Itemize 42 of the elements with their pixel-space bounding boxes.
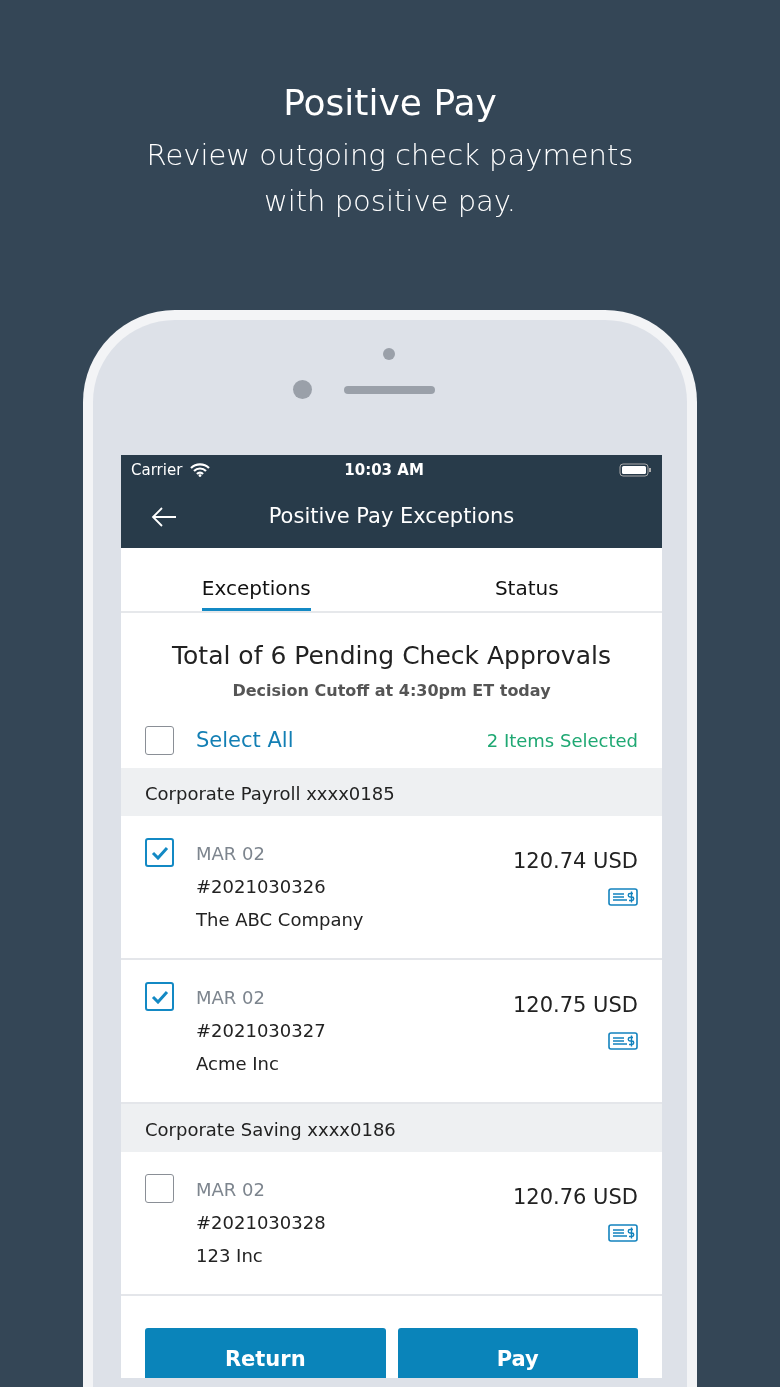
battery-icon <box>619 463 652 477</box>
camera-icon <box>293 380 312 399</box>
select-all-link[interactable]: Select All <box>196 724 294 756</box>
check-number: #2021030327 <box>196 1019 327 1043</box>
payee-name: 123 Inc <box>196 1244 264 1268</box>
check-number: #2021030328 <box>196 1211 327 1235</box>
carrier-label: Carrier <box>131 459 183 481</box>
wifi-icon <box>190 463 211 477</box>
payee-name: Acme Inc <box>196 1052 280 1076</box>
check-image-icon[interactable] <box>608 887 638 906</box>
check-number: #2021030326 <box>196 875 327 899</box>
account-header: Corporate Saving xxxx0186 <box>121 1104 662 1152</box>
sensor-icon <box>383 348 395 360</box>
screen-title: Positive Pay Exceptions <box>267 502 516 530</box>
checkbox[interactable] <box>145 982 174 1011</box>
promo-title: Positive Pay <box>282 81 498 125</box>
check-date: MAR 02 <box>196 1178 266 1202</box>
checkbox[interactable] <box>145 1174 174 1203</box>
back-icon[interactable] <box>151 506 177 527</box>
selected-count: 2 Items Selected <box>486 728 638 753</box>
check-image-icon[interactable] <box>608 1223 638 1242</box>
tab[interactable]: Status <box>494 548 559 611</box>
summary-title: Total of 6 Pending Check Approvals <box>171 640 612 672</box>
check-amount: 120.75 USD <box>512 992 638 1019</box>
payee-name: The ABC Company <box>196 908 365 932</box>
pay-button[interactable]: Pay <box>397 1328 638 1378</box>
tab[interactable]: Exceptions <box>201 548 311 611</box>
check-icon <box>150 989 169 1004</box>
return-button[interactable]: Return <box>145 1328 386 1378</box>
check-date: MAR 02 <box>196 986 266 1010</box>
checkbox[interactable] <box>145 838 174 867</box>
check-amount: 120.76 USD <box>512 1184 638 1211</box>
account-header: Corporate Payroll xxxx0185 <box>121 768 662 816</box>
check-amount: 120.74 USD <box>512 848 638 875</box>
status-time: 10:03 AM <box>344 459 424 481</box>
check-date: MAR 02 <box>196 842 266 866</box>
checkbox[interactable] <box>145 725 174 755</box>
check-image-icon[interactable] <box>608 1031 638 1050</box>
cutoff-text: Decision Cutoff at 4:30pm ET today <box>231 679 552 702</box>
speaker-icon <box>344 385 435 394</box>
check-icon <box>150 845 169 860</box>
promo-subtitle: Review outgoing check payments with positive pay. <box>145 137 635 220</box>
